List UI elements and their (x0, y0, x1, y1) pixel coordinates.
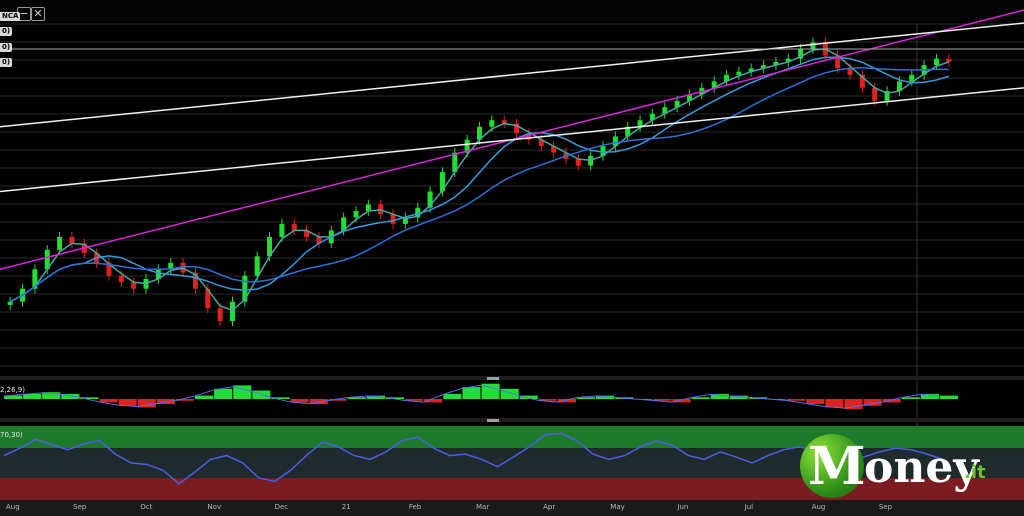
candle-body (353, 210, 359, 218)
indicator-tag-2: 0) (0, 43, 13, 52)
x-tick-label: Aug (6, 503, 20, 511)
candle-body (229, 301, 235, 322)
logo-tld: .it (964, 462, 986, 483)
x-tick-label: Jul (744, 503, 754, 511)
x-tick-label: Jun (677, 503, 689, 511)
indicator-tag-3: 0) (0, 58, 13, 67)
logo: M oney .it (800, 434, 1000, 504)
macd-bar (462, 387, 481, 399)
macd-bar (118, 399, 137, 406)
candle-body (933, 58, 939, 66)
candle-body (872, 87, 878, 101)
x-tick-label: Sep (878, 503, 893, 511)
macd-bar (691, 397, 710, 399)
candle-body (736, 71, 742, 75)
macd-bar (195, 395, 214, 399)
macd-bar (787, 399, 806, 401)
macd-bar (214, 388, 233, 399)
candle-body (69, 236, 75, 244)
pane-splitter[interactable] (487, 377, 499, 380)
candle-body (637, 120, 643, 127)
pane-divider (0, 376, 1024, 380)
x-tick-label: 21 (341, 503, 351, 511)
macd-bar (443, 393, 462, 399)
chart-stage: − ✕ NCA 0) 0) 0) 2,26,9) 70,30) Aug Sep Oc… (0, 0, 1024, 516)
x-tick-label: May (610, 503, 625, 511)
macd-bar (901, 397, 920, 399)
symbol-tag: NCA (0, 12, 21, 21)
logo-text: oney (864, 442, 979, 493)
candle-body (7, 301, 13, 305)
candle-body (847, 68, 853, 75)
candle-body (489, 120, 495, 127)
candle-body (291, 223, 297, 231)
x-tick-label: Feb (408, 503, 422, 511)
x-tick-label: Mar (476, 503, 490, 511)
x-tick-label: Dec (274, 503, 289, 511)
pane-splitter[interactable] (487, 419, 499, 422)
x-tick-label: Aug (811, 503, 826, 511)
macd-bar (99, 399, 118, 403)
x-tick-label: Nov (207, 503, 222, 511)
candle-body (365, 204, 371, 211)
sma-mid-line (9, 56, 950, 303)
macd-bar (939, 395, 958, 399)
candle-body (118, 275, 124, 283)
candle-body (131, 282, 137, 289)
macd-bar (825, 399, 844, 408)
candle-body (946, 58, 952, 62)
sma-slow-line (9, 66, 949, 303)
candle-body (279, 223, 285, 237)
macd-bar (806, 399, 825, 405)
upper-channel-line (0, 22, 1024, 128)
logo-initial: M (808, 436, 866, 497)
candle-body (390, 214, 396, 224)
candle-body (575, 159, 581, 166)
x-tick-label: Oct (140, 503, 153, 511)
indicator-tag-1: 0) (0, 27, 13, 36)
candle-body (57, 236, 63, 250)
x-tick-label: Apr (543, 503, 556, 511)
stochastic-label: 70,30) (0, 431, 23, 439)
candle-body (810, 42, 816, 49)
candle-body (217, 308, 223, 322)
x-tick-label: Sep (73, 503, 87, 511)
pane-divider (0, 418, 1024, 422)
candle-body (254, 256, 260, 276)
macd-label: 2,26,9) (0, 386, 25, 394)
